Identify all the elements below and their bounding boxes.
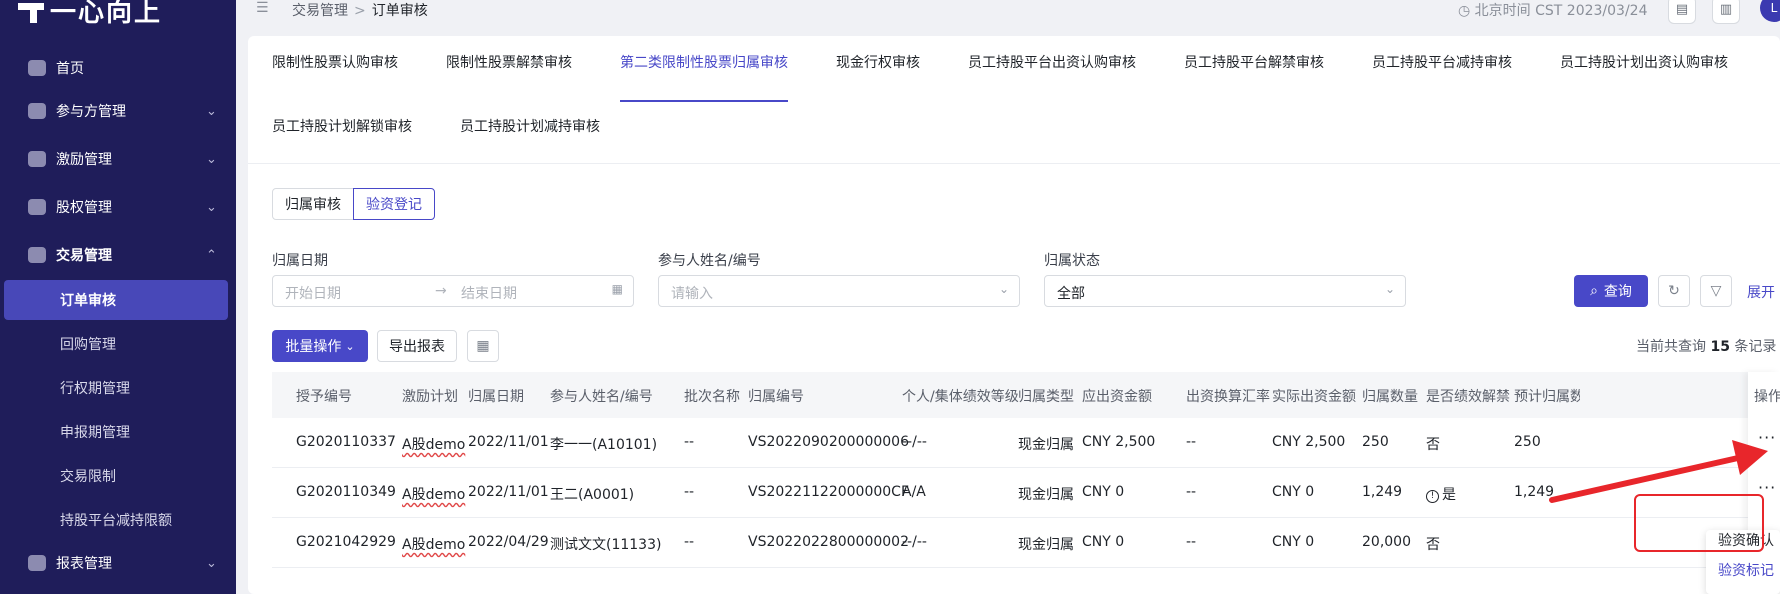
annotation-arrow	[1549, 440, 1768, 503]
